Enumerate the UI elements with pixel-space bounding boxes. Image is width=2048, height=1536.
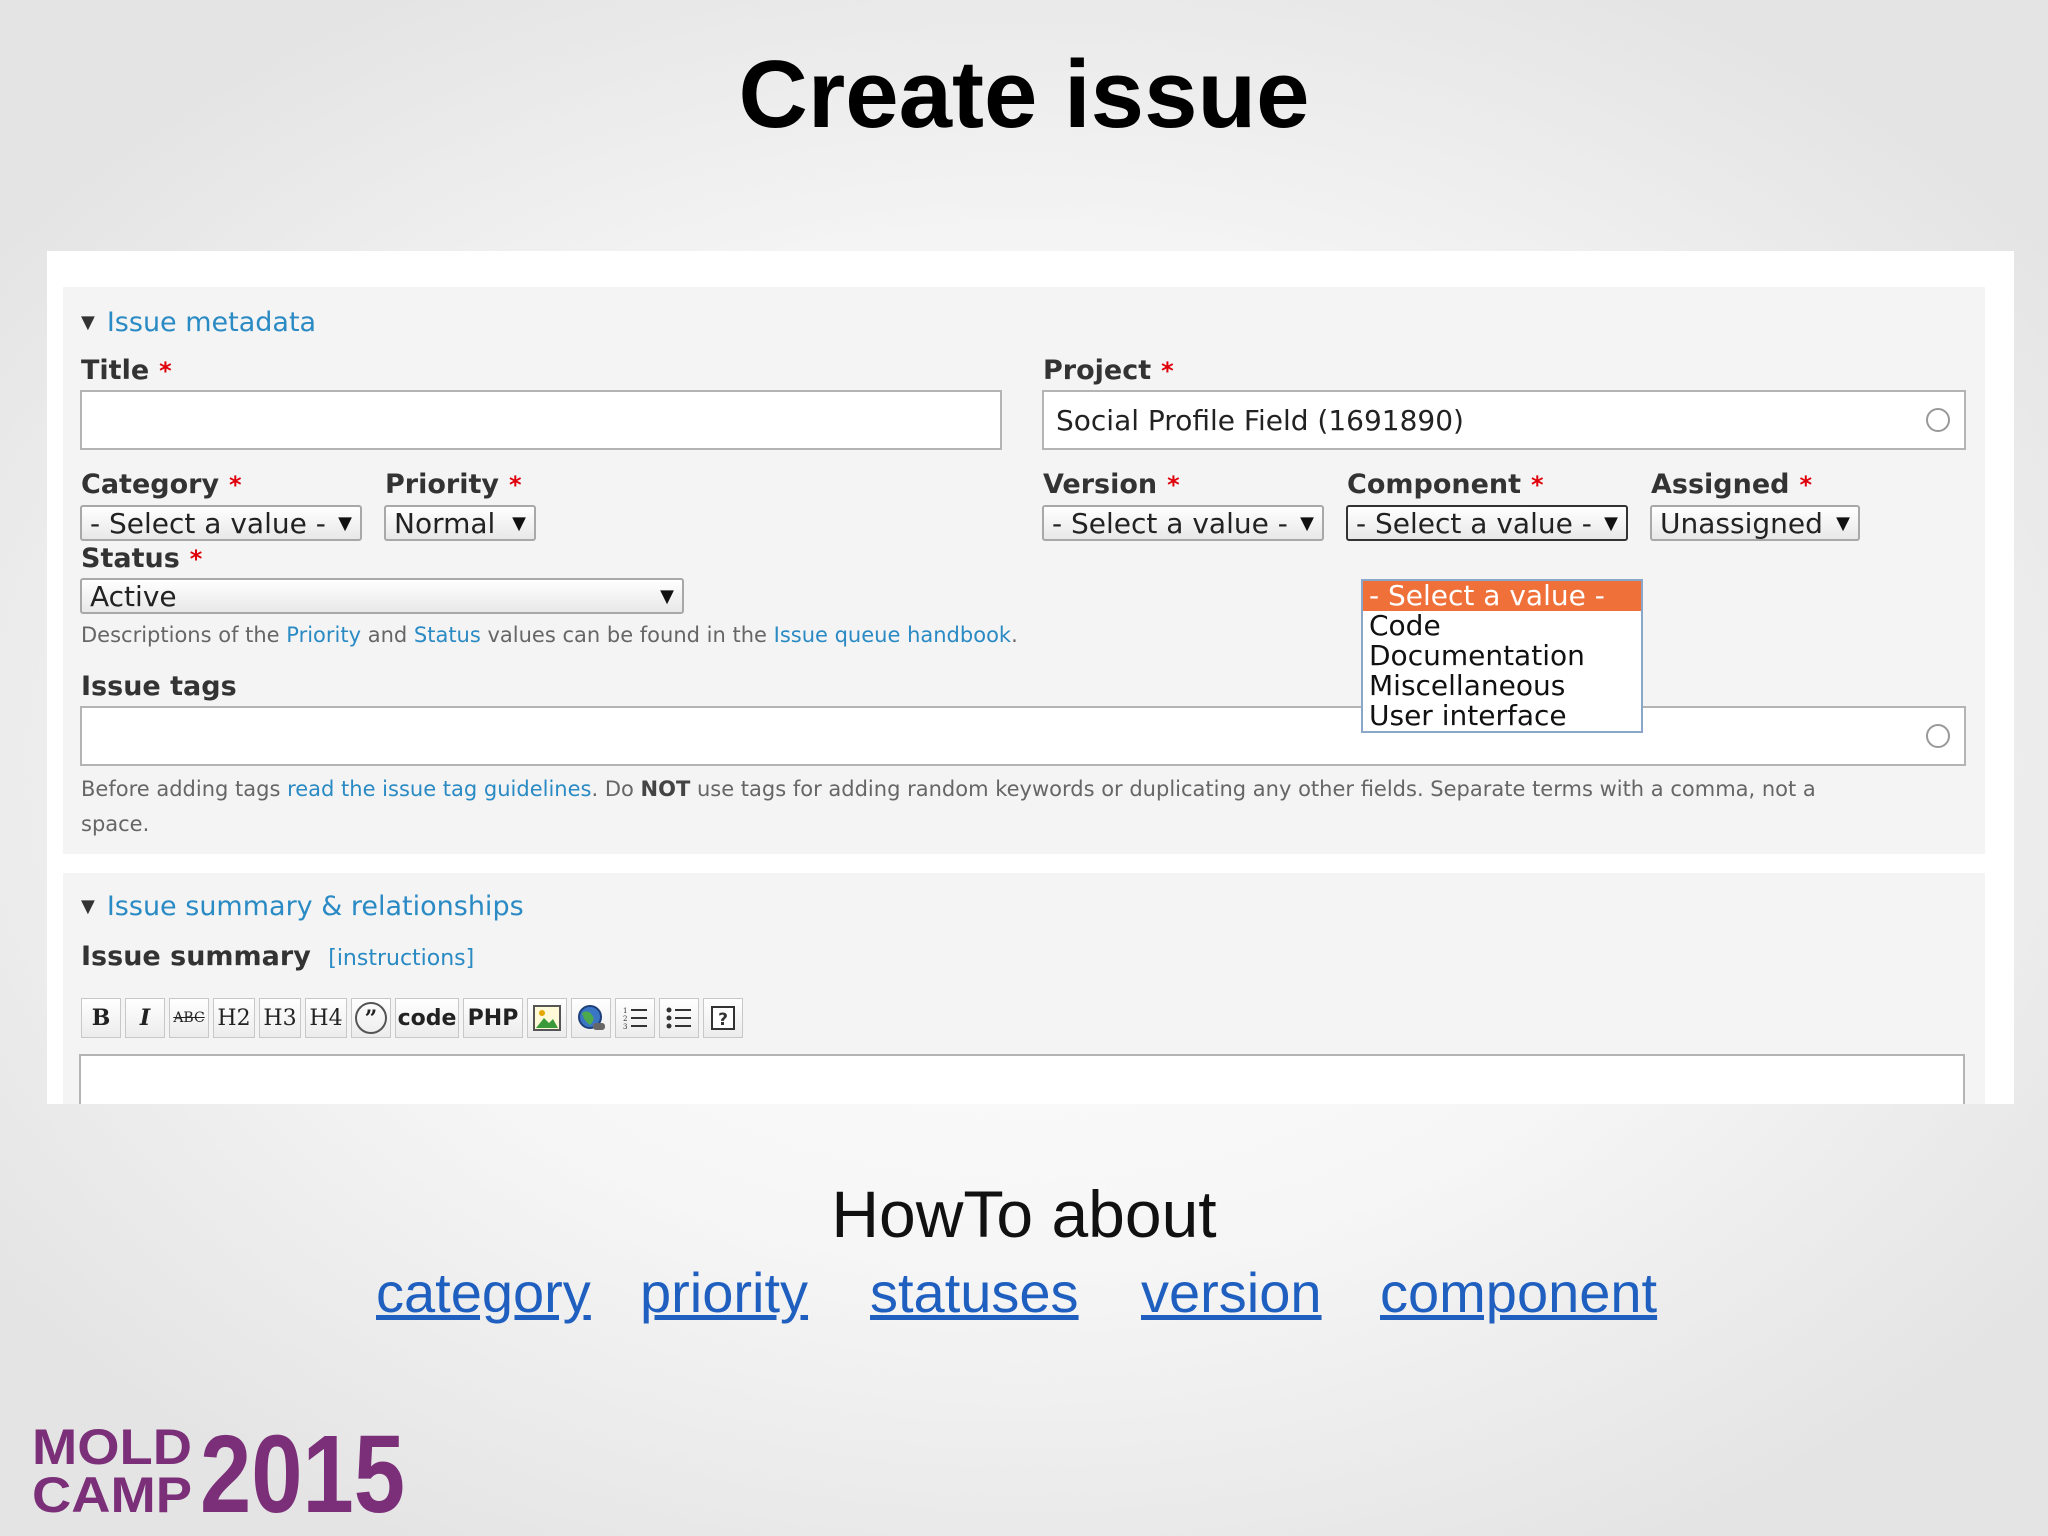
issue-queue-handbook-link[interactable]: Issue queue handbook bbox=[774, 623, 1011, 647]
version-select[interactable]: - Select a value - ▼ bbox=[1042, 505, 1324, 541]
help-icon: ? bbox=[711, 1006, 735, 1030]
status-label: Status * bbox=[81, 543, 203, 574]
ordered-list-icon: 123 bbox=[623, 1007, 647, 1031]
project-value: Social Profile Field (1691890) bbox=[1056, 403, 1464, 437]
svg-text:1: 1 bbox=[623, 1007, 627, 1015]
issue-tags-input[interactable] bbox=[82, 708, 1964, 764]
chevron-down-icon: ▼ bbox=[1300, 512, 1314, 534]
issue-tags-field[interactable] bbox=[80, 706, 1966, 766]
assigned-select-value: Unassigned bbox=[1660, 506, 1823, 540]
create-issue-screenshot: ▼ Issue metadata Title * Project * Social … bbox=[47, 251, 2014, 1104]
priority-label: Priority * bbox=[385, 469, 522, 500]
logo-camp-text: CAMP bbox=[32, 1467, 192, 1518]
component-dropdown-list: - Select a value - Code Documentation Mi… bbox=[1361, 579, 1643, 733]
issue-summary-label: Issue summary [instructions] bbox=[81, 941, 475, 972]
component-option-select[interactable]: - Select a value - bbox=[1363, 581, 1641, 611]
issue-metadata-fieldset: ▼ Issue metadata Title * Project * Social … bbox=[63, 287, 1985, 854]
priority-select-value: Normal bbox=[394, 506, 496, 540]
strikethrough-button[interactable]: ABC bbox=[169, 998, 209, 1038]
howto-category-link[interactable]: category bbox=[376, 1260, 591, 1325]
instructions-link[interactable]: [instructions] bbox=[328, 946, 474, 971]
h2-button[interactable]: H2 bbox=[213, 998, 255, 1038]
bold-button[interactable]: B bbox=[81, 998, 121, 1038]
category-label: Category * bbox=[81, 469, 242, 500]
howto-priority-link[interactable]: priority bbox=[640, 1260, 808, 1325]
component-option-code[interactable]: Code bbox=[1363, 611, 1641, 641]
title-field[interactable] bbox=[80, 390, 1002, 450]
status-description: Descriptions of the Priority and Status … bbox=[81, 623, 1018, 647]
ordered-list-button[interactable]: 123 bbox=[615, 998, 655, 1038]
code-button[interactable]: code bbox=[395, 998, 459, 1038]
moldcamp-2015-logo: MOLD CAMP 2015 bbox=[32, 1418, 405, 1518]
howto-statuses-link[interactable]: statuses bbox=[870, 1260, 1079, 1325]
image-icon bbox=[533, 1005, 561, 1031]
issue-summary-fieldset: ▼ Issue summary & relationships Issue su… bbox=[63, 873, 1985, 1104]
title-label: Title * bbox=[81, 355, 172, 386]
status-select[interactable]: Active ▼ bbox=[80, 578, 684, 614]
svg-text:2: 2 bbox=[623, 1015, 627, 1023]
status-select-value: Active bbox=[90, 579, 177, 613]
autocomplete-throbber-icon bbox=[1926, 724, 1950, 748]
php-button[interactable]: PHP bbox=[463, 998, 523, 1038]
issue-tag-guidelines-link[interactable]: read the issue tag guidelines bbox=[287, 777, 591, 801]
assigned-select[interactable]: Unassigned ▼ bbox=[1650, 505, 1860, 541]
insert-link-button[interactable] bbox=[571, 998, 611, 1038]
component-label: Component * bbox=[1347, 469, 1544, 500]
chevron-down-icon: ▼ bbox=[338, 512, 352, 534]
italic-button[interactable]: I bbox=[125, 998, 165, 1038]
chevron-down-icon: ▼ bbox=[660, 585, 674, 607]
issue-tags-label: Issue tags bbox=[81, 671, 237, 702]
issue-summary-editor[interactable] bbox=[79, 1054, 1965, 1104]
slide-title: Create issue bbox=[738, 41, 1310, 148]
project-field[interactable]: Social Profile Field (1691890) bbox=[1042, 390, 1966, 450]
status-link[interactable]: Status bbox=[414, 623, 481, 647]
issue-summary-legend-text: Issue summary & relationships bbox=[106, 891, 524, 922]
howto-version-link[interactable]: version bbox=[1141, 1260, 1322, 1325]
issue-metadata-legend[interactable]: ▼ Issue metadata bbox=[81, 307, 316, 338]
collapse-triangle-icon: ▼ bbox=[81, 896, 95, 917]
component-option-miscellaneous[interactable]: Miscellaneous bbox=[1363, 671, 1641, 701]
unordered-list-button[interactable] bbox=[659, 998, 699, 1038]
blockquote-button[interactable]: ” bbox=[351, 998, 391, 1038]
collapse-triangle-icon: ▼ bbox=[81, 312, 95, 333]
title-input[interactable] bbox=[82, 392, 1000, 448]
svg-text:3: 3 bbox=[623, 1023, 627, 1031]
priority-select[interactable]: Normal ▼ bbox=[384, 505, 536, 541]
component-option-documentation[interactable]: Documentation bbox=[1363, 641, 1641, 671]
chevron-down-icon: ▼ bbox=[1836, 512, 1850, 534]
insert-image-button[interactable] bbox=[527, 998, 567, 1038]
issue-summary-legend[interactable]: ▼ Issue summary & relationships bbox=[81, 891, 524, 922]
component-option-user-interface[interactable]: User interface bbox=[1363, 701, 1641, 731]
component-select[interactable]: - Select a value - ▼ bbox=[1346, 505, 1628, 541]
chevron-down-icon: ▼ bbox=[512, 512, 526, 534]
autocomplete-throbber-icon bbox=[1926, 408, 1950, 432]
component-select-value: - Select a value - bbox=[1356, 506, 1592, 540]
category-select-value: - Select a value - bbox=[90, 506, 326, 540]
unordered-list-icon bbox=[666, 1007, 691, 1029]
editor-toolbar: B I ABC H2 H3 H4 ” code PHP 123 ? bbox=[81, 998, 781, 1038]
svg-text:?: ? bbox=[718, 1010, 728, 1030]
category-select[interactable]: - Select a value - ▼ bbox=[80, 505, 362, 541]
help-button[interactable]: ? bbox=[703, 998, 743, 1038]
version-select-value: - Select a value - bbox=[1052, 506, 1288, 540]
logo-year-text: 2015 bbox=[200, 1418, 405, 1518]
priority-link[interactable]: Priority bbox=[286, 623, 361, 647]
howto-component-link[interactable]: component bbox=[1380, 1260, 1657, 1325]
project-label: Project * bbox=[1043, 355, 1174, 386]
issue-tags-description: Before adding tags read the issue tag gu… bbox=[81, 777, 1816, 836]
assigned-label: Assigned * bbox=[1651, 469, 1813, 500]
version-label: Version * bbox=[1043, 469, 1180, 500]
howto-title: HowTo about bbox=[831, 1177, 1217, 1251]
h3-button[interactable]: H3 bbox=[259, 998, 301, 1038]
globe-link-icon bbox=[578, 1005, 605, 1030]
chevron-down-icon: ▼ bbox=[1604, 512, 1618, 534]
issue-metadata-legend-text: Issue metadata bbox=[106, 307, 317, 338]
quote-icon: ” bbox=[355, 1002, 387, 1034]
h4-button[interactable]: H4 bbox=[305, 998, 347, 1038]
